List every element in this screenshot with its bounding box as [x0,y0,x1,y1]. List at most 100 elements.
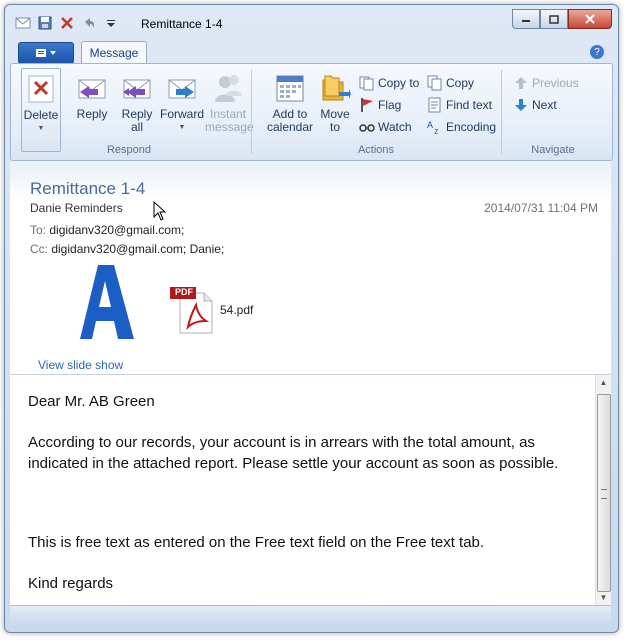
navigate-group: Previous Next Navigate [503,66,603,158]
mail-window: Remittance 1-4 Message ? Delete ▼ Reply … [4,4,619,633]
add-to-calendar-label-2: calendar [266,120,314,134]
encoding-button[interactable]: Az Encoding [427,118,496,136]
respond-group-label: Respond [106,144,152,156]
ribbon-divider [501,70,502,154]
status-bar [10,605,611,626]
body-greeting: Dear Mr. AB Green [28,393,155,410]
instant-message-label-2: message [205,120,254,134]
delete-label: Delete [23,108,59,122]
arrow-up-icon [513,75,529,91]
next-button[interactable]: Next [513,96,557,114]
cc-label: Cc: [30,242,48,256]
ribbon-divider [251,70,252,154]
reply-icon [78,79,106,99]
delete-button[interactable]: Delete ▼ [21,68,61,152]
quick-access-toolbar [15,15,119,31]
body-paragraph-1: According to our records, your account i… [28,434,559,472]
message-body-pane: Dear Mr. AB Green According to our recor… [10,374,611,605]
navigate-group-label: Navigate [531,144,575,156]
help-icon[interactable]: ? [590,45,604,59]
svg-text:A: A [427,120,433,130]
forward-button[interactable]: Forward ▼ [159,68,205,138]
message-subject: Remittance 1-4 [30,179,146,198]
respond-group: Delete ▼ Reply Reply all Forward ▼ Insta… [11,66,254,158]
minimize-button[interactable] [512,9,540,29]
delete-icon[interactable] [59,15,75,31]
message-body[interactable]: Dear Mr. AB Green According to our recor… [28,391,588,614]
reply-all-icon [123,79,151,99]
find-text-label: Find text [446,98,493,112]
next-label: Next [532,98,557,112]
view-slide-show-link[interactable]: View slide show [38,358,123,372]
actions-group: Add to calendar Move to Copy to Flag Wat… [253,66,499,158]
actions-group-label: Actions [357,144,395,156]
instant-message-icon [215,75,242,102]
flag-icon [359,97,375,113]
calendar-icon [276,75,304,102]
previous-button[interactable]: Previous [513,74,579,92]
find-text-icon [427,97,443,113]
grip-icon [601,489,607,499]
tab-message[interactable]: Message [81,41,147,64]
copy-icon [427,75,443,91]
encoding-label: Encoding [446,120,497,134]
window-title: Remittance 1-4 [141,17,223,31]
scroll-down-arrow-icon[interactable]: ▼ [596,590,611,605]
forward-icon [168,79,196,99]
chevron-down-icon: ▼ [178,124,186,131]
scrollbar-thumb[interactable] [597,394,611,592]
window-controls [512,9,612,29]
body-closing: Kind regards [28,575,114,592]
customize-icon[interactable] [103,15,119,31]
flag-button[interactable]: Flag [359,96,401,114]
title-bar: Remittance 1-4 [5,5,618,41]
encoding-icon: Az [427,119,443,135]
copy-to-label: Copy to [378,76,420,90]
copy-to-button[interactable]: Copy to [359,74,419,92]
pdf-badge: PDF [175,287,193,297]
forward-label: Forward [159,107,204,121]
copy-to-icon [359,75,375,91]
mail-icon[interactable] [15,15,31,31]
instant-message-button[interactable]: Instant message [205,68,254,138]
image-thumbnail[interactable] [70,261,140,341]
move-to-button[interactable]: Move to [315,68,355,138]
vertical-scrollbar[interactable]: ▲ ▼ [595,375,611,605]
chevron-down-icon: ▼ [37,125,45,132]
svg-text:z: z [434,126,439,135]
ribbon: Delete ▼ Reply Reply all Forward ▼ Insta… [10,63,613,161]
watch-glasses-icon [359,119,375,135]
undo-icon[interactable] [81,15,97,31]
pdf-icon[interactable]: PDF [170,287,214,335]
reply-label: Reply [76,107,108,121]
message-date: 2014/07/31 11:04 PM [484,201,598,215]
close-button[interactable] [568,9,612,29]
reply-all-button[interactable]: Reply all [114,68,160,138]
body-paragraph-2: This is free text as entered on the Free… [28,534,485,551]
reply-all-label-2: all [130,120,143,134]
cc-row: Cc: digidanv320@gmail.com; Danie; [30,242,224,256]
add-to-calendar-button[interactable]: Add to calendar [265,68,315,138]
copy-label: Copy [446,76,475,90]
find-text-button[interactable]: Find text [427,96,492,114]
folder-move-icon [322,75,351,101]
arrow-down-icon [513,97,529,113]
scroll-up-arrow-icon[interactable]: ▲ [596,375,611,390]
delete-icon [28,75,54,103]
cc-value[interactable]: digidanv320@gmail.com; Danie; [51,242,224,256]
mouse-cursor-icon [153,200,167,226]
app-menu-button[interactable] [18,42,74,64]
maximize-button[interactable] [540,9,568,29]
message-header: Remittance 1-4 Danie Reminders 2014/07/3… [10,161,611,374]
watch-button[interactable]: Watch [359,118,412,136]
watch-label: Watch [378,120,412,134]
attachment-name[interactable]: 54.pdf [220,303,253,317]
copy-button[interactable]: Copy [427,74,474,92]
move-to-label-2: to [329,120,340,134]
flag-label: Flag [378,98,402,112]
message-from[interactable]: Danie Reminders [30,201,123,215]
reply-button[interactable]: Reply [69,68,115,138]
save-icon[interactable] [37,15,53,31]
to-label: To: [30,223,47,237]
previous-label: Previous [532,76,579,90]
